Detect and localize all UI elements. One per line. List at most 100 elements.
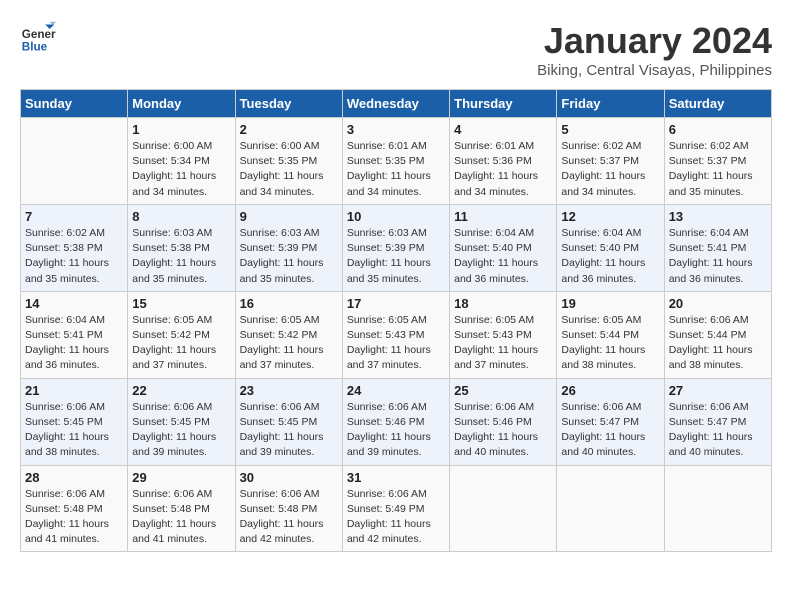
calendar-cell: 20Sunrise: 6:06 AMSunset: 5:44 PMDayligh… — [664, 291, 771, 378]
column-header-thursday: Thursday — [450, 90, 557, 118]
day-detail: Sunrise: 6:02 AMSunset: 5:37 PMDaylight:… — [669, 139, 767, 200]
day-number: 27 — [669, 383, 767, 398]
calendar-cell: 31 Sunrise: 6:06 AMSunset: 5:49 PMDayligh… — [342, 465, 449, 552]
column-header-monday: Monday — [128, 90, 235, 118]
calendar-cell: 21 Sunrise: 6:06 AMSunset: 5:45 PMDayligh… — [21, 378, 128, 465]
day-detail: Sunrise: 6:06 AMSunset: 5:45 PMDaylight:… — [240, 400, 338, 461]
day-number: 29 — [132, 470, 230, 485]
day-number: 26 — [561, 383, 659, 398]
day-detail: Sunrise: 6:06 AMSunset: 5:48 PMDaylight:… — [132, 487, 230, 548]
calendar-cell: 11 Sunrise: 6:04 AMSunset: 5:40 PMDayligh… — [450, 204, 557, 291]
day-detail: Sunrise: 6:02 AMSunset: 5:38 PMDaylight:… — [25, 226, 123, 287]
calendar-cell: 30 Sunrise: 6:06 AMSunset: 5:48 PMDayligh… — [235, 465, 342, 552]
day-number: 11 — [454, 209, 552, 224]
calendar-cell: 9 Sunrise: 6:03 AMSunset: 5:39 PMDaylight… — [235, 204, 342, 291]
calendar-cell — [450, 465, 557, 552]
day-detail: Sunrise: 6:06 AMSunset: 5:46 PMDaylight:… — [347, 400, 445, 461]
calendar-title: January 2024 — [537, 20, 772, 62]
day-detail: Sunrise: 6:04 AMSunset: 5:41 PMDaylight:… — [25, 313, 123, 374]
day-number: 5 — [561, 122, 659, 137]
day-detail: Sunrise: 6:04 AMSunset: 5:41 PMDaylight:… — [669, 226, 767, 287]
calendar-cell: 25 Sunrise: 6:06 AMSunset: 5:46 PMDayligh… — [450, 378, 557, 465]
day-detail: Sunrise: 6:06 AMSunset: 5:45 PMDaylight:… — [132, 400, 230, 461]
calendar-cell: 1 Sunrise: 6:00 AMSunset: 5:34 PMDaylight… — [128, 118, 235, 205]
calendar-cell: 7 Sunrise: 6:02 AMSunset: 5:38 PMDaylight… — [21, 204, 128, 291]
day-number: 25 — [454, 383, 552, 398]
day-detail: Sunrise: 6:03 AMSunset: 5:38 PMDaylight:… — [132, 226, 230, 287]
day-detail: Sunrise: 6:03 AMSunset: 5:39 PMDaylight:… — [347, 226, 445, 287]
title-block: January 2024 Biking, Central Visayas, Ph… — [537, 20, 772, 79]
day-number: 9 — [240, 209, 338, 224]
calendar-cell: 6Sunrise: 6:02 AMSunset: 5:37 PMDaylight… — [664, 118, 771, 205]
logo: General Blue — [20, 20, 56, 56]
calendar-cell: 3Sunrise: 6:01 AMSunset: 5:35 PMDaylight… — [342, 118, 449, 205]
calendar-cell: 26 Sunrise: 6:06 AMSunset: 5:47 PMDayligh… — [557, 378, 664, 465]
day-detail: Sunrise: 6:05 AMSunset: 5:42 PMDaylight:… — [240, 313, 338, 374]
day-detail: Sunrise: 6:05 AMSunset: 5:42 PMDaylight:… — [132, 313, 230, 374]
day-number: 14 — [25, 296, 123, 311]
calendar-cell — [557, 465, 664, 552]
day-detail: Sunrise: 6:04 AMSunset: 5:40 PMDaylight:… — [454, 226, 552, 287]
day-detail: Sunrise: 6:06 AMSunset: 5:44 PMDaylight:… — [669, 313, 767, 374]
day-number: 3 — [347, 122, 445, 137]
day-detail: Sunrise: 6:06 AMSunset: 5:45 PMDaylight:… — [25, 400, 123, 461]
day-detail: Sunrise: 6:06 AMSunset: 5:48 PMDaylight:… — [240, 487, 338, 548]
day-number: 24 — [347, 383, 445, 398]
day-number: 7 — [25, 209, 123, 224]
column-header-saturday: Saturday — [664, 90, 771, 118]
day-detail: Sunrise: 6:02 AMSunset: 5:37 PMDaylight:… — [561, 139, 659, 200]
day-detail: Sunrise: 6:05 AMSunset: 5:43 PMDaylight:… — [454, 313, 552, 374]
day-detail: Sunrise: 6:06 AMSunset: 5:47 PMDaylight:… — [669, 400, 767, 461]
calendar-cell: 17Sunrise: 6:05 AMSunset: 5:43 PMDayligh… — [342, 291, 449, 378]
calendar-header-row: SundayMondayTuesdayWednesdayThursdayFrid… — [21, 90, 772, 118]
calendar-subtitle: Biking, Central Visayas, Philippines — [537, 62, 772, 79]
day-detail: Sunrise: 6:00 AMSunset: 5:35 PMDaylight:… — [240, 139, 338, 200]
day-number: 2 — [240, 122, 338, 137]
calendar-week-row: 21 Sunrise: 6:06 AMSunset: 5:45 PMDayligh… — [21, 378, 772, 465]
calendar-table: SundayMondayTuesdayWednesdayThursdayFrid… — [20, 89, 772, 552]
calendar-week-row: 7 Sunrise: 6:02 AMSunset: 5:38 PMDaylight… — [21, 204, 772, 291]
day-detail: Sunrise: 6:06 AMSunset: 5:47 PMDaylight:… — [561, 400, 659, 461]
day-number: 28 — [25, 470, 123, 485]
calendar-week-row: 14 Sunrise: 6:04 AMSunset: 5:41 PMDayligh… — [21, 291, 772, 378]
day-detail: Sunrise: 6:03 AMSunset: 5:39 PMDaylight:… — [240, 226, 338, 287]
day-detail: Sunrise: 6:05 AMSunset: 5:44 PMDaylight:… — [561, 313, 659, 374]
column-header-sunday: Sunday — [21, 90, 128, 118]
calendar-cell: 14 Sunrise: 6:04 AMSunset: 5:41 PMDayligh… — [21, 291, 128, 378]
day-number: 21 — [25, 383, 123, 398]
day-number: 23 — [240, 383, 338, 398]
calendar-week-row: 28 Sunrise: 6:06 AMSunset: 5:48 PMDayligh… — [21, 465, 772, 552]
day-number: 18 — [454, 296, 552, 311]
day-number: 31 — [347, 470, 445, 485]
calendar-week-row: 1 Sunrise: 6:00 AMSunset: 5:34 PMDaylight… — [21, 118, 772, 205]
calendar-cell: 8Sunrise: 6:03 AMSunset: 5:38 PMDaylight… — [128, 204, 235, 291]
calendar-cell: 24 Sunrise: 6:06 AMSunset: 5:46 PMDayligh… — [342, 378, 449, 465]
calendar-cell — [21, 118, 128, 205]
day-number: 4 — [454, 122, 552, 137]
day-number: 30 — [240, 470, 338, 485]
calendar-cell: 4Sunrise: 6:01 AMSunset: 5:36 PMDaylight… — [450, 118, 557, 205]
day-number: 1 — [132, 122, 230, 137]
calendar-cell: 27 Sunrise: 6:06 AMSunset: 5:47 PMDayligh… — [664, 378, 771, 465]
day-detail: Sunrise: 6:00 AMSunset: 5:34 PMDaylight:… — [132, 139, 230, 200]
day-number: 16 — [240, 296, 338, 311]
day-number: 13 — [669, 209, 767, 224]
day-number: 22 — [132, 383, 230, 398]
day-detail: Sunrise: 6:06 AMSunset: 5:46 PMDaylight:… — [454, 400, 552, 461]
calendar-cell: 22 Sunrise: 6:06 AMSunset: 5:45 PMDayligh… — [128, 378, 235, 465]
day-number: 17 — [347, 296, 445, 311]
calendar-cell: 23 Sunrise: 6:06 AMSunset: 5:45 PMDayligh… — [235, 378, 342, 465]
calendar-cell: 29 Sunrise: 6:06 AMSunset: 5:48 PMDayligh… — [128, 465, 235, 552]
day-number: 19 — [561, 296, 659, 311]
svg-text:General: General — [22, 28, 56, 41]
calendar-cell: 2 Sunrise: 6:00 AMSunset: 5:35 PMDaylight… — [235, 118, 342, 205]
calendar-cell: 28 Sunrise: 6:06 AMSunset: 5:48 PMDayligh… — [21, 465, 128, 552]
calendar-cell: 5 Sunrise: 6:02 AMSunset: 5:37 PMDaylight… — [557, 118, 664, 205]
logo-icon: General Blue — [20, 20, 56, 56]
day-detail: Sunrise: 6:06 AMSunset: 5:48 PMDaylight:… — [25, 487, 123, 548]
svg-text:Blue: Blue — [22, 41, 48, 54]
column-header-tuesday: Tuesday — [235, 90, 342, 118]
calendar-cell: 19 Sunrise: 6:05 AMSunset: 5:44 PMDayligh… — [557, 291, 664, 378]
calendar-cell: 12Sunrise: 6:04 AMSunset: 5:40 PMDayligh… — [557, 204, 664, 291]
day-detail: Sunrise: 6:06 AMSunset: 5:49 PMDaylight:… — [347, 487, 445, 548]
